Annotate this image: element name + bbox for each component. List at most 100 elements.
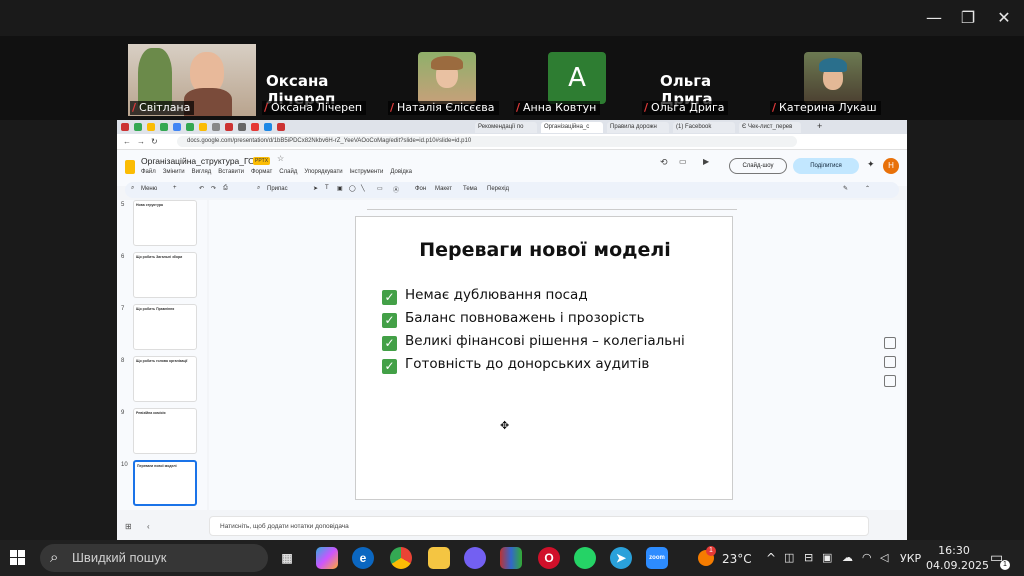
slide-bullet[interactable]: ✓ Баланс повноважень і прозорість <box>382 310 645 328</box>
speaker-notes-field[interactable]: Натисніть, щоб додати нотатки доповідача <box>209 516 869 536</box>
close-button[interactable]: ✕ <box>992 6 1016 30</box>
wifi-icon[interactable]: ◠ <box>862 551 872 564</box>
tab-icon[interactable] <box>251 123 259 131</box>
comment-icon[interactable]: ▭ <box>679 157 687 166</box>
tab-icon[interactable] <box>212 123 220 131</box>
participant-tile-olha[interactable]: Ольга Дрига / Ольга Дрига <box>642 44 762 116</box>
search-icon[interactable]: ⌕ <box>131 185 134 192</box>
tasks-icon[interactable] <box>884 356 896 368</box>
tab-icon[interactable] <box>238 123 246 131</box>
background-button[interactable]: Фон <box>415 186 426 192</box>
menu-view[interactable]: Вигляд <box>192 169 212 175</box>
browser-tab-active[interactable]: Організаційна_с <box>541 122 603 133</box>
transition-button[interactable]: Перехід <box>487 186 509 192</box>
browser-tab[interactable]: Правила дорожн <box>607 122 669 133</box>
menu-file[interactable]: Файл <box>141 169 156 175</box>
edge-icon[interactable]: e <box>352 547 374 569</box>
task-view-icon[interactable]: ▦ <box>276 547 298 569</box>
file-explorer-icon[interactable] <box>428 547 450 569</box>
participant-tile-anna[interactable]: A / Анна Ковтун <box>514 44 634 116</box>
keep-icon[interactable] <box>884 337 896 349</box>
tray-cloud-icon[interactable]: ☁ <box>842 551 853 564</box>
comment-add-icon[interactable]: ▭ <box>377 185 383 192</box>
slide-bullet[interactable]: ✓ Готовність до донорських аудитів <box>382 356 649 374</box>
slides-logo-icon[interactable] <box>125 160 135 174</box>
reload-icon[interactable]: ↻ <box>151 137 158 146</box>
tab-icon[interactable] <box>264 123 272 131</box>
viber-icon[interactable] <box>464 547 486 569</box>
sheets-icon[interactable] <box>134 123 142 131</box>
star-icon[interactable]: ☆ <box>277 154 284 163</box>
menu-search[interactable]: Меню <box>141 186 157 192</box>
slide-bullet[interactable]: ✓ Великі фінансові рішення – колегіальні <box>382 333 685 351</box>
language-indicator[interactable]: УКР <box>900 552 921 565</box>
collapse-icon[interactable]: ⌃ <box>865 185 870 192</box>
tray-overflow-icon[interactable]: ^ <box>766 551 776 565</box>
weather-temp[interactable]: 23°C <box>722 552 752 566</box>
account-avatar[interactable]: Н <box>883 158 899 174</box>
pen-icon[interactable]: ✎ <box>843 185 848 192</box>
slide-thumbnail[interactable]: Нова структура <box>133 200 197 246</box>
copilot-icon[interactable] <box>316 547 338 569</box>
new-slide-icon[interactable]: + <box>173 185 177 191</box>
image-icon[interactable]: ▣ <box>337 185 343 192</box>
slide-thumbnail[interactable]: Що робить голова організації <box>133 356 197 402</box>
history-icon[interactable]: ⟲ <box>660 157 668 168</box>
zoom-icon[interactable]: ⌕ <box>257 185 260 192</box>
new-tab-button[interactable]: + <box>817 121 822 131</box>
taskbar-search-field[interactable]: ⌕ Швидкий пошук <box>40 544 268 572</box>
sheets-icon[interactable] <box>160 123 168 131</box>
current-slide[interactable]: Переваги нової моделі ✓ Немає дублювання … <box>355 216 733 500</box>
menu-slide[interactable]: Слайд <box>279 169 297 175</box>
participant-tile-nataliia[interactable]: / Наталія Єлісєєва <box>386 44 502 116</box>
shape-icon[interactable]: ◯ <box>349 185 356 192</box>
text-box-icon[interactable]: T <box>325 185 329 191</box>
undo-icon[interactable]: ↶ <box>199 185 204 192</box>
gmail-icon[interactable] <box>121 123 129 131</box>
tray-app-icon[interactable]: ◫ <box>784 551 794 564</box>
gmail-icon[interactable] <box>277 123 285 131</box>
folder-icon[interactable] <box>884 375 896 387</box>
file-name[interactable]: Організаційна_структура_ГО-1 <box>141 156 262 166</box>
restore-button[interactable]: ❐ <box>956 6 980 30</box>
url-field[interactable]: docs.google.com/presentation/d/1bB5iPDCx… <box>177 136 797 147</box>
clock-date[interactable]: 04.09.2025 <box>926 559 989 572</box>
participant-tile-kateryna[interactable]: / Катерина Лукаш <box>770 44 894 116</box>
slide-title[interactable]: Переваги нової моделі <box>356 239 734 261</box>
minimize-button[interactable]: — <box>922 6 946 30</box>
back-icon[interactable]: ← <box>123 137 131 146</box>
zoom-fit-select[interactable]: Припас <box>267 186 288 192</box>
slides-icon[interactable] <box>147 123 155 131</box>
layout-button[interactable]: Макет <box>435 186 452 192</box>
forward-icon[interactable]: → <box>137 137 145 146</box>
windows-start-icon[interactable] <box>10 550 26 566</box>
select-icon[interactable]: ➤ <box>313 185 318 192</box>
menu-format[interactable]: Формат <box>251 169 272 175</box>
tray-usb-icon[interactable]: ⊟ <box>804 551 813 564</box>
menu-edit[interactable]: Змінити <box>163 169 185 175</box>
participant-tile-svitlana[interactable]: / Світлана <box>128 44 256 116</box>
slides-icon[interactable] <box>199 123 207 131</box>
slideshow-button[interactable]: Слайд-шоу <box>729 158 787 174</box>
slide-bullet[interactable]: ✓ Немає дублювання посад <box>382 287 588 305</box>
volume-icon[interactable]: ◁ <box>880 551 888 564</box>
collapse-filmstrip-icon[interactable]: ‹ <box>147 522 150 531</box>
grid-view-icon[interactable]: ⊞ <box>125 522 132 531</box>
share-button[interactable]: Поділитися <box>793 158 859 174</box>
whatsapp-icon[interactable] <box>574 547 596 569</box>
participant-tile-oksana[interactable]: Оксана Лічереп / Оксана Лічереп <box>262 44 382 116</box>
slide-thumbnail[interactable]: Ревізійна комісія <box>133 408 197 454</box>
slide-thumbnail-selected[interactable]: Переваги нової моделі <box>133 460 197 506</box>
redo-icon[interactable]: ↷ <box>211 185 216 192</box>
print-icon[interactable]: ⎙ <box>223 185 228 192</box>
menu-insert[interactable]: Вставити <box>218 169 244 175</box>
theme-button[interactable]: Тема <box>463 186 477 192</box>
zoom-icon[interactable]: zoom <box>646 547 668 569</box>
sheets-icon[interactable] <box>186 123 194 131</box>
opera-icon[interactable]: O <box>538 547 560 569</box>
browser-tab[interactable]: (1) Facebook <box>673 122 735 133</box>
winrar-icon[interactable] <box>500 547 522 569</box>
slide-thumbnail[interactable]: Що робить Правління <box>133 304 197 350</box>
clock-time[interactable]: 16:30 <box>938 544 970 557</box>
slide-thumbnail[interactable]: Що робить Загальні збори <box>133 252 197 298</box>
